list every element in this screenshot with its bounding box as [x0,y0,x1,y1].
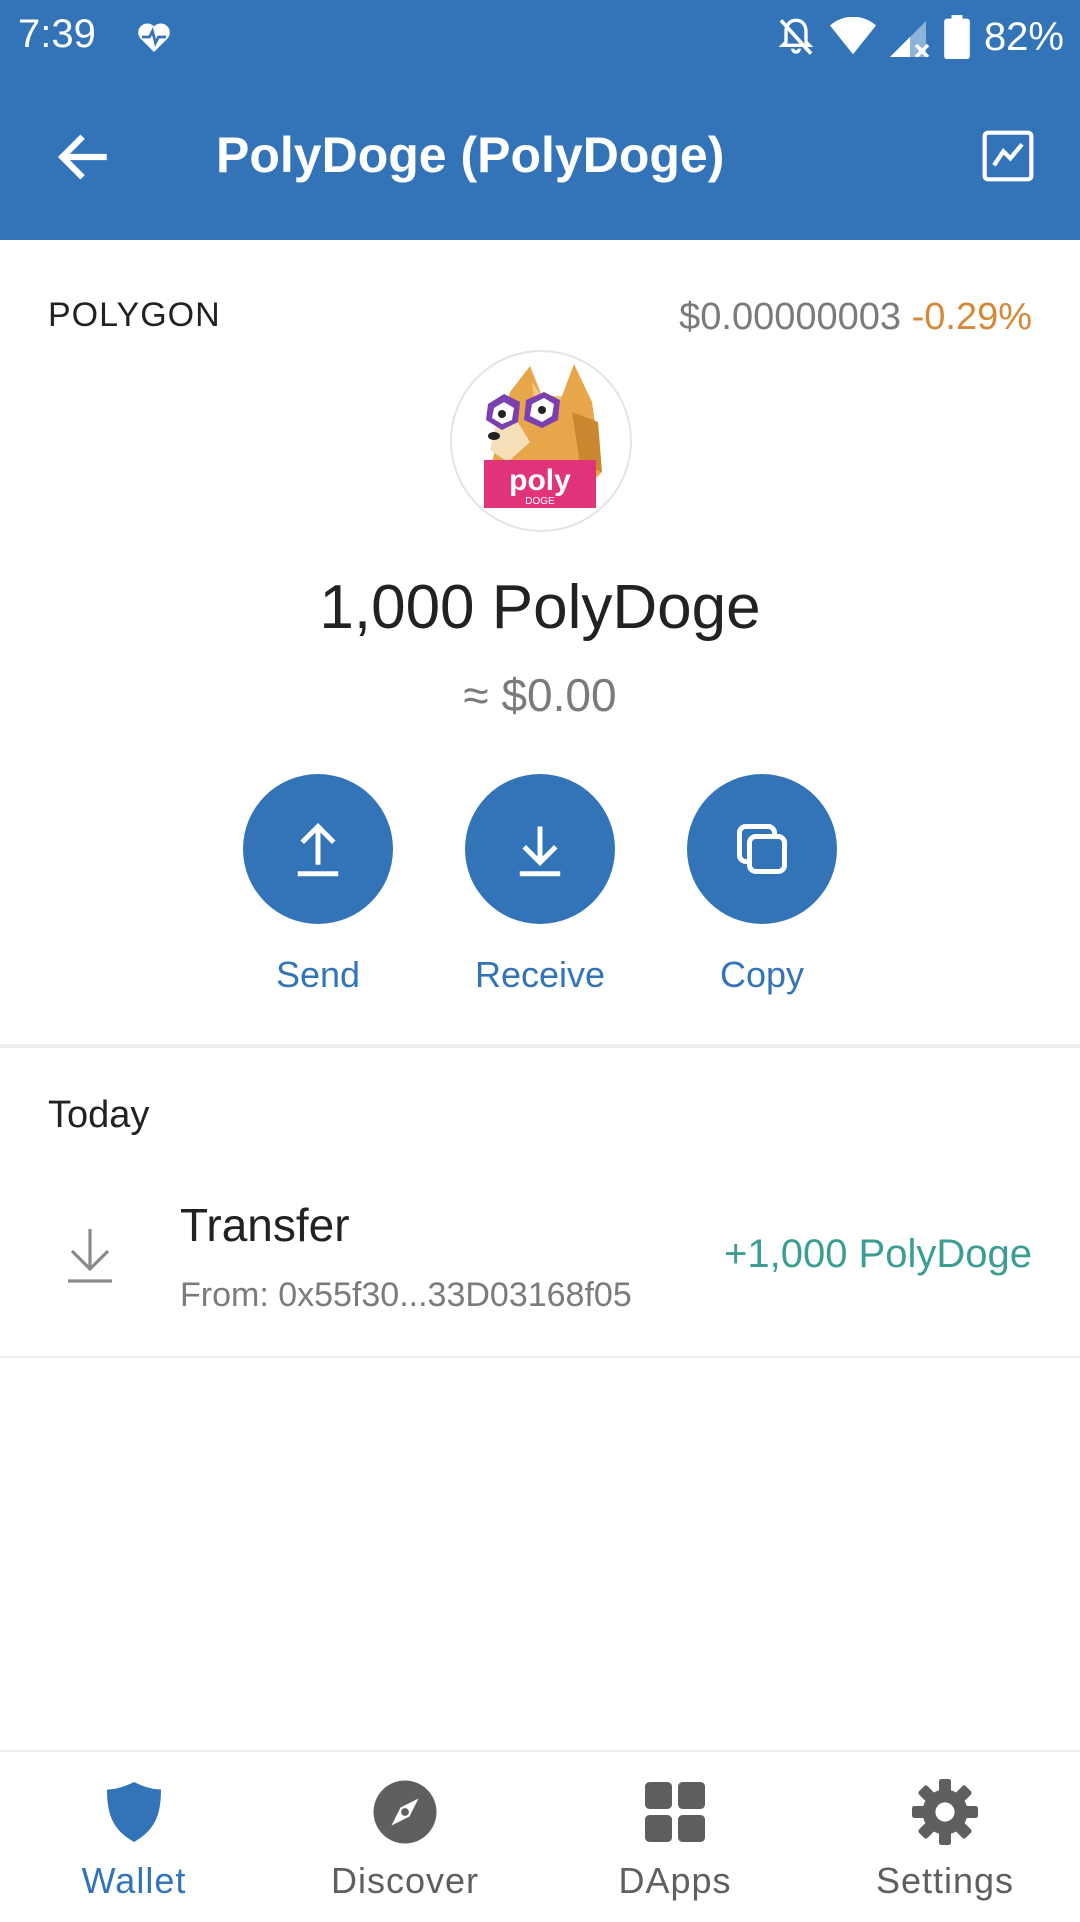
battery-icon [944,15,970,59]
status-bar: 7:39 82% [0,0,1080,74]
chart-icon[interactable] [980,128,1036,184]
shield-icon [107,1782,161,1842]
nav-settings-label: Settings [875,1860,1015,1901]
copy-button[interactable]: Copy [687,774,837,995]
fiat-balance: ≈ $0.00 [463,669,617,721]
logo-subtext: DOGE [525,496,555,507]
notifications-off-icon [778,18,814,55]
receive-button[interactable]: Receive [465,774,615,995]
network-label: POLYGON [48,296,221,334]
polydoge-logo: poly DOGE [484,364,602,508]
transaction-row[interactable]: Transfer From: 0x55f30...33D03168f05 +1,… [0,1170,1080,1358]
copy-icon [737,824,787,874]
upload-icon [297,822,339,877]
transaction-type: Transfer [180,1199,350,1251]
send-button[interactable]: Send [243,774,393,995]
date-header: Today [48,1094,150,1136]
section-divider [0,1044,1080,1048]
page-title: PolyDoge (PolyDoge) [216,127,725,183]
nav-discover[interactable]: Discover [295,1776,515,1916]
token-price: $0.00000003 -0.29% [679,296,1032,339]
compass-icon [373,1780,437,1844]
receive-label: Receive [474,954,606,995]
app-bar: PolyDoge (PolyDoge) [0,74,1080,240]
copy-label: Copy [719,954,805,995]
download-icon [519,826,561,877]
status-time: 7:39 [18,12,96,56]
nav-dapps-label: DApps [618,1860,732,1901]
token-logo: poly DOGE [450,350,632,532]
battery-percentage: 82% [983,14,1064,59]
nav-dapps[interactable]: DApps [565,1776,785,1916]
bottom-nav: Wallet Discover DApps Settings [0,1750,1080,1922]
cell-signal-icon [889,21,930,57]
send-label: Send [275,954,361,995]
heart-pulse-icon [138,23,170,52]
wifi-icon [829,17,876,55]
token-balance: 1,000 PolyDoge [319,573,761,642]
nav-wallet[interactable]: Wallet [24,1776,244,1916]
transaction-from: From: 0x55f30...33D03168f05 [180,1276,632,1314]
nav-settings[interactable]: Settings [835,1776,1055,1916]
price-value: $0.00000003 [679,296,902,338]
grid-icon [645,1782,705,1842]
download-icon [68,1229,112,1283]
nav-discover-label: Discover [330,1860,480,1901]
gear-icon [912,1779,978,1845]
nav-wallet-label: Wallet [81,1860,187,1901]
arrow-left-icon[interactable] [52,126,114,188]
logo-text: poly [509,464,571,497]
transaction-amount: +1,000 PolyDoge [723,1232,1032,1276]
price-change: -0.29% [911,296,1032,338]
